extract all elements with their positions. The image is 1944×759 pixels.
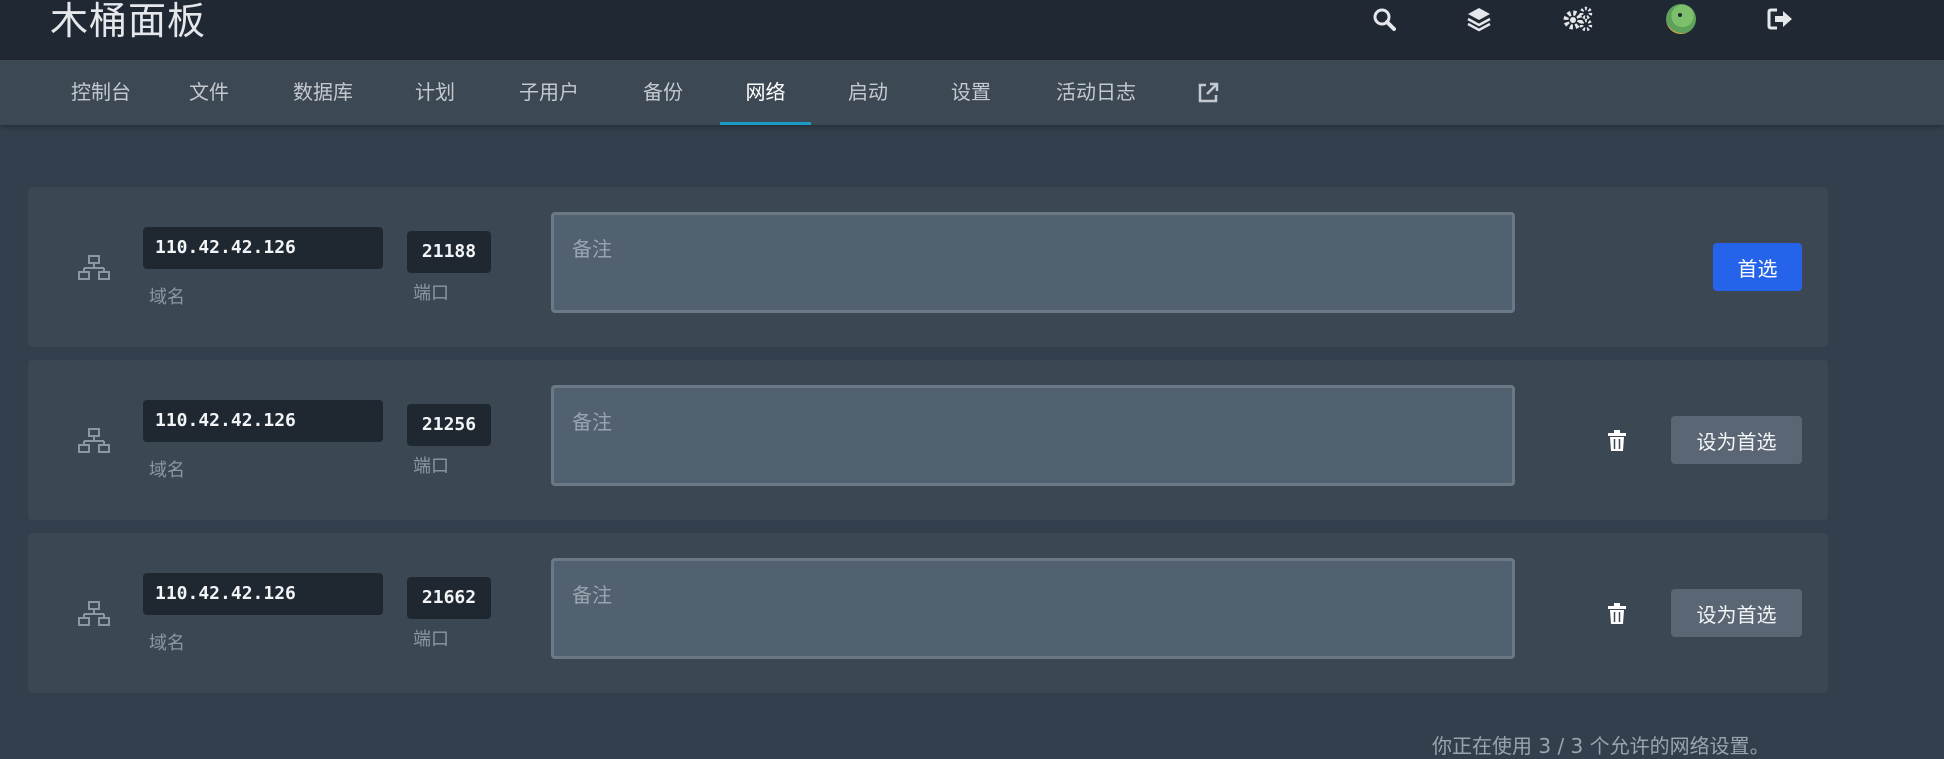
nav-bar: 控制台 文件 数据库 计划 子用户 备份 网络 启动 设置 活动日志 (0, 60, 1944, 125)
note-input[interactable] (551, 385, 1515, 486)
network-icon (78, 428, 110, 453)
domain-label: 域名 (149, 460, 185, 481)
tab-databases[interactable]: 数据库 (284, 60, 362, 125)
cogs-icon[interactable] (1563, 4, 1593, 34)
network-icon (78, 601, 110, 626)
ip-address-value[interactable]: 110.42.42.126 (143, 573, 383, 615)
ip-address-value[interactable]: 110.42.42.126 (143, 400, 383, 442)
port-label: 端口 (413, 456, 449, 477)
port-label: 端口 (413, 629, 449, 650)
make-primary-button[interactable]: 设为首选 (1671, 416, 1802, 464)
port-label: 端口 (413, 283, 449, 304)
app-title[interactable]: 木桶面板 (50, 0, 206, 45)
trash-icon[interactable] (1604, 601, 1630, 627)
tab-files[interactable]: 文件 (170, 60, 248, 125)
avatar[interactable] (1666, 4, 1696, 34)
tab-subusers[interactable]: 子用户 (507, 60, 591, 125)
port-value[interactable]: 21188 (407, 231, 491, 273)
tab-settings[interactable]: 设置 (932, 60, 1010, 125)
avatar-image (1666, 4, 1696, 34)
tab-startup[interactable]: 启动 (830, 60, 906, 125)
allocation-row: 110.42.42.126 域名 21188 端口 首选 (28, 187, 1828, 347)
top-bar: 木桶面板 (0, 0, 1944, 60)
logout-icon[interactable] (1765, 4, 1795, 34)
domain-label: 域名 (149, 633, 185, 654)
make-primary-button[interactable]: 设为首选 (1671, 589, 1802, 637)
trash-icon[interactable] (1604, 428, 1630, 454)
allocation-row: 110.42.42.126 域名 21256 端口 设为首选 (28, 360, 1828, 520)
tab-network[interactable]: 网络 (720, 60, 811, 125)
tab-backups[interactable]: 备份 (622, 60, 704, 125)
network-icon (78, 255, 110, 280)
domain-label: 域名 (149, 287, 185, 308)
port-value[interactable]: 21662 (407, 577, 491, 619)
external-link-icon[interactable] (1192, 60, 1224, 125)
tab-console[interactable]: 控制台 (52, 60, 150, 125)
allocation-usage-text: 你正在使用 3 / 3 个允许的网络设置。 (1432, 734, 1770, 758)
ip-address-value[interactable]: 110.42.42.126 (143, 227, 383, 269)
port-value[interactable]: 21256 (407, 404, 491, 446)
tab-activity-log[interactable]: 活动日志 (1043, 60, 1149, 125)
search-icon[interactable] (1369, 4, 1399, 34)
layers-icon[interactable] (1464, 4, 1494, 34)
tab-schedules[interactable]: 计划 (396, 60, 474, 125)
note-input[interactable] (551, 212, 1515, 313)
allocation-row: 110.42.42.126 域名 21662 端口 设为首选 (28, 533, 1828, 693)
primary-button[interactable]: 首选 (1713, 243, 1802, 291)
note-input[interactable] (551, 558, 1515, 659)
